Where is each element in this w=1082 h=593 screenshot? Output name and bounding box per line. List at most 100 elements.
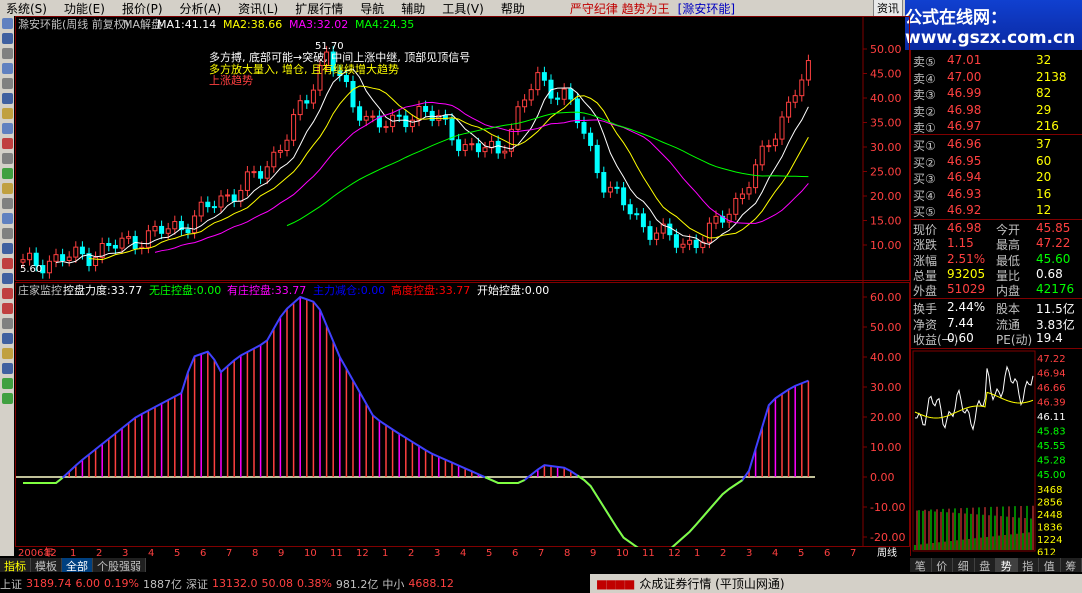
candle-body: [574, 98, 580, 124]
zoom-icon[interactable]: [1, 213, 13, 224]
candle-body: [541, 72, 547, 81]
candle-body: [528, 89, 534, 101]
flag-icon[interactable]: [1, 333, 13, 344]
right-tabs: 笔 价 细 盘 势 指 值 筹: [910, 558, 1082, 573]
table-icon[interactable]: [1, 78, 13, 89]
grid-icon[interactable]: [1, 48, 13, 59]
menu-item-extended[interactable]: 扩展行情: [289, 0, 354, 16]
settings-icon[interactable]: [1, 228, 13, 239]
sell-level-2: 卖② 46.98 29: [911, 103, 1082, 119]
sub-y-label: 50.00: [870, 321, 902, 334]
sz-pct: 0.38%: [296, 577, 332, 590]
rtab-book[interactable]: 盘: [974, 558, 996, 573]
candle-body: [238, 189, 244, 202]
star-icon[interactable]: [1, 183, 13, 194]
menu-item-function[interactable]: 功能(E): [58, 0, 116, 16]
menu-item-help[interactable]: 帮助: [495, 0, 536, 16]
candle-body: [469, 143, 475, 146]
info-button[interactable]: 资讯: [873, 0, 903, 16]
menu-item-analysis[interactable]: 分析(A): [174, 0, 233, 16]
move-icon[interactable]: [1, 363, 13, 374]
tab-stock-strength[interactable]: 个股强弱: [93, 558, 146, 573]
tab-all[interactable]: 全部: [62, 558, 93, 573]
sell-level-3-cell: 卖③: [913, 88, 936, 102]
quote-row-cell: 45.85: [1036, 221, 1071, 235]
menu-item-assist[interactable]: 辅助: [395, 0, 436, 16]
print-icon[interactable]: [1, 198, 13, 209]
list-icon[interactable]: [1, 33, 13, 44]
rtab-trend[interactable]: 势: [996, 558, 1018, 573]
rtab-price[interactable]: 价: [931, 558, 953, 573]
stats-row-cell: 19.4: [1036, 331, 1063, 345]
sell-level-3: 卖③ 46.99 82: [911, 86, 1082, 102]
candle-body: [277, 149, 283, 153]
refresh-icon[interactable]: [1, 168, 13, 179]
stats-row-cell: PE(动): [996, 333, 1033, 347]
menu-item-navigate[interactable]: 导航: [354, 0, 395, 16]
candle-body: [46, 260, 52, 274]
intraday-chart[interactable]: 47.22 46.94 46.66 46.39 46.11 45.83 45.55 45.28…: [911, 350, 1082, 555]
chart-canvas[interactable]: 50.0045.0040.0035.0030.0025.0020.0015.00…: [15, 16, 910, 557]
down-arrow-icon[interactable]: [1, 393, 13, 404]
chart-icon[interactable]: [1, 18, 13, 29]
tab-indicator[interactable]: 指标: [0, 558, 31, 573]
candle-body: [304, 100, 310, 104]
time-label: 12: [356, 548, 369, 557]
menu-item-system[interactable]: 系统(S): [0, 0, 58, 16]
cycle-icon[interactable]: [1, 318, 13, 329]
candle-body: [786, 101, 792, 118]
candle-body: [607, 186, 613, 193]
volume-y-label: 1836: [1037, 523, 1062, 534]
candle-body: [462, 144, 468, 151]
menu-item-tools[interactable]: 工具(V): [436, 0, 495, 16]
menu-item-quote[interactable]: 报价(P): [116, 0, 174, 16]
divider: [911, 219, 1082, 220]
time-label: 3: [746, 548, 752, 557]
kline-icon[interactable]: [1, 93, 13, 104]
folder-icon[interactable]: [1, 108, 13, 119]
sell-level-5-cell: 卖⑤: [913, 55, 936, 69]
time-label: 5: [486, 548, 492, 557]
sell-level-1: 卖① 46.97 216: [911, 119, 1082, 135]
rtab-chips[interactable]: 筹: [1060, 558, 1082, 573]
dollar-icon[interactable]: [1, 303, 13, 314]
candle-body: [264, 166, 270, 179]
sell-level-1-cell: 46.97: [947, 119, 982, 133]
stats-row-cell: 流通: [996, 317, 1021, 332]
time-label: 11: [642, 548, 655, 557]
window-icon[interactable]: [1, 123, 13, 134]
candle-body: [634, 213, 640, 216]
stop-icon[interactable]: [1, 288, 13, 299]
menu-item-info[interactable]: 资讯(L): [232, 0, 289, 16]
buy-level-5-cell: 46.92: [947, 203, 982, 217]
candle-body: [601, 172, 607, 193]
candle-body: [291, 114, 297, 141]
candle-body: [231, 194, 237, 202]
quote-row-cell: 93205: [947, 266, 986, 281]
rtab-index[interactable]: 指: [1017, 558, 1039, 573]
candle-body: [594, 144, 600, 174]
rtab-trades[interactable]: 笔: [910, 558, 932, 573]
mail-icon[interactable]: [1, 348, 13, 359]
stock-name-tag: [滁安环能]: [677, 1, 736, 16]
sell-level-4-cell: 卖④: [913, 71, 936, 86]
candle-body: [225, 194, 231, 197]
screen-icon[interactable]: [1, 243, 13, 254]
candle-body: [667, 223, 673, 236]
doc-icon[interactable]: [1, 153, 13, 164]
warning-icon[interactable]: [1, 138, 13, 149]
line-icon[interactable]: [1, 63, 13, 74]
tab-template[interactable]: 模板: [31, 558, 62, 573]
up-arrow-icon[interactable]: [1, 378, 13, 389]
candle-body: [198, 201, 204, 217]
sub-y-label: 10.00: [870, 441, 902, 454]
time-label: 8: [564, 548, 570, 557]
time-label: 5: [174, 548, 180, 557]
panel-icon[interactable]: [1, 273, 13, 284]
tool-icon[interactable]: [1, 258, 13, 269]
divider: [911, 348, 1082, 349]
rtab-value[interactable]: 值: [1039, 558, 1061, 573]
sub-label-5: 高度控盘:33.77: [391, 283, 470, 297]
stats-row: 收益(一) 0.60 PE(动) 19.4: [911, 331, 1082, 347]
rtab-detail[interactable]: 细: [953, 558, 975, 573]
